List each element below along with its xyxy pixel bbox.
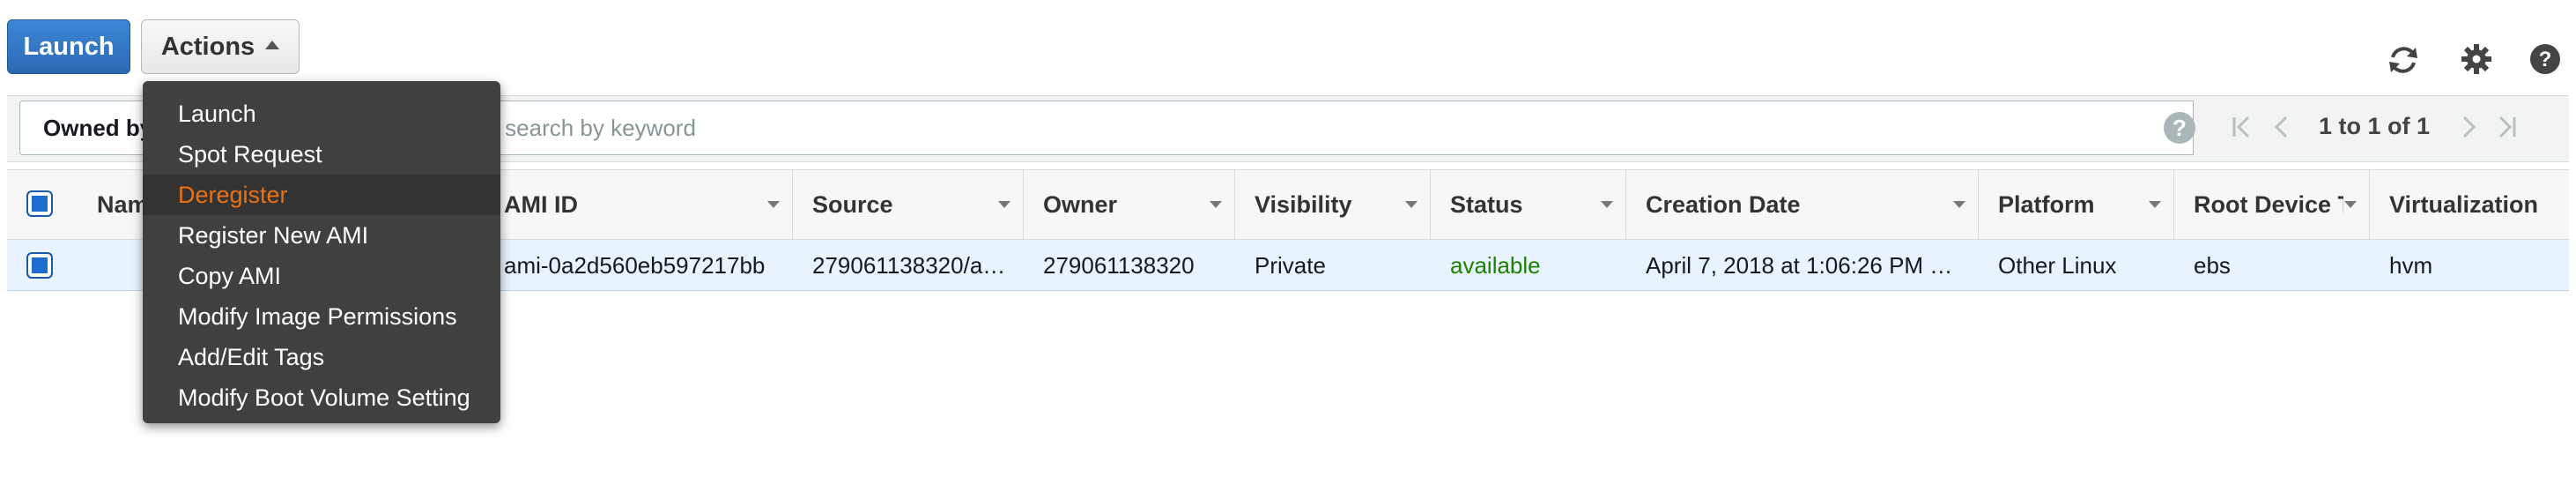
column-label: Creation Date [1646, 190, 1801, 218]
column-header-creation-date[interactable]: Creation Date [1626, 169, 1979, 240]
sort-caret-icon [1210, 201, 1222, 208]
cell-status: available [1450, 252, 1541, 279]
column-header-root-device-type[interactable]: Root Device Type [2174, 169, 2370, 240]
chevron-up-icon [265, 41, 280, 49]
refresh-icon[interactable] [2386, 42, 2421, 78]
last-page-icon[interactable] [2495, 115, 2518, 139]
column-label: Owner [1043, 190, 1118, 218]
actions-button[interactable]: Actions [141, 19, 300, 74]
column-header-visibility[interactable]: Visibility [1235, 169, 1431, 240]
cell-visibility: Private [1255, 252, 1326, 279]
menu-item-add-edit-tags[interactable]: Add/Edit Tags [143, 337, 500, 377]
column-label: Platform [1998, 190, 2095, 218]
launch-button-label: Launch [23, 32, 115, 61]
column-header-ami-id[interactable]: AMI ID [485, 169, 793, 240]
column-label: Source [812, 190, 893, 218]
menu-item-modify-image-permissions[interactable]: Modify Image Permissions [143, 296, 500, 337]
column-label: Virtualization [2389, 190, 2539, 218]
sort-caret-icon [1601, 201, 1613, 208]
column-label: Visibility [1255, 190, 1352, 218]
menu-item-modify-boot-volume-setting[interactable]: Modify Boot Volume Setting [143, 377, 500, 418]
sort-caret-icon [2344, 201, 2357, 208]
next-page-icon[interactable] [2460, 115, 2479, 139]
search-help-icon[interactable]: ? [2164, 112, 2195, 144]
first-page-icon[interactable] [2231, 115, 2254, 139]
column-label: Status [1450, 190, 1523, 218]
prev-page-icon[interactable] [2271, 115, 2291, 139]
menu-item-launch[interactable]: Launch [143, 93, 500, 134]
cell-owner: 279061138320 [1043, 252, 1195, 279]
cell-root-device: ebs [2194, 252, 2231, 279]
pagination-text: 1 to 1 of 1 [2319, 113, 2431, 139]
cell-virtualization: hvm [2389, 252, 2433, 279]
sort-caret-icon [767, 201, 780, 208]
column-header-owner[interactable]: Owner [1024, 169, 1235, 240]
row-checkbox[interactable] [26, 252, 53, 279]
cell-platform: Other Linux [1998, 252, 2117, 279]
gear-icon[interactable] [2460, 42, 2493, 76]
column-header-platform[interactable]: Platform [1979, 169, 2174, 240]
select-all-checkbox[interactable] [26, 190, 53, 217]
help-icon[interactable]: ? [2528, 42, 2562, 76]
actions-button-label: Actions [160, 32, 255, 61]
column-label: Root Device Type [2194, 190, 2343, 218]
sort-caret-icon [1953, 201, 1965, 208]
svg-text:?: ? [2539, 48, 2552, 71]
menu-item-spot-request[interactable]: Spot Request [143, 134, 500, 175]
sort-caret-icon [1405, 201, 1418, 208]
cell-ami-id: ami-0a2d560eb597217bb [504, 252, 766, 279]
launch-button[interactable]: Launch [7, 19, 130, 74]
column-label: AMI ID [504, 190, 578, 218]
sort-caret-icon [998, 201, 1010, 208]
cell-creation-date: April 7, 2018 at 1:06:26 PM … [1646, 252, 1953, 279]
column-header-virtualization[interactable]: Virtualization [2370, 169, 2569, 240]
sort-caret-icon [2149, 201, 2161, 208]
column-header-source[interactable]: Source [793, 169, 1024, 240]
menu-item-deregister[interactable]: Deregister [143, 175, 500, 215]
menu-item-register-new-ami[interactable]: Register New AMI [143, 215, 500, 256]
actions-dropdown-menu: Launch Spot Request Deregister Register … [143, 81, 500, 423]
column-header-status[interactable]: Status [1431, 169, 1626, 240]
cell-source: 279061138320/a… [812, 252, 1006, 279]
menu-item-copy-ami[interactable]: Copy AMI [143, 256, 500, 296]
